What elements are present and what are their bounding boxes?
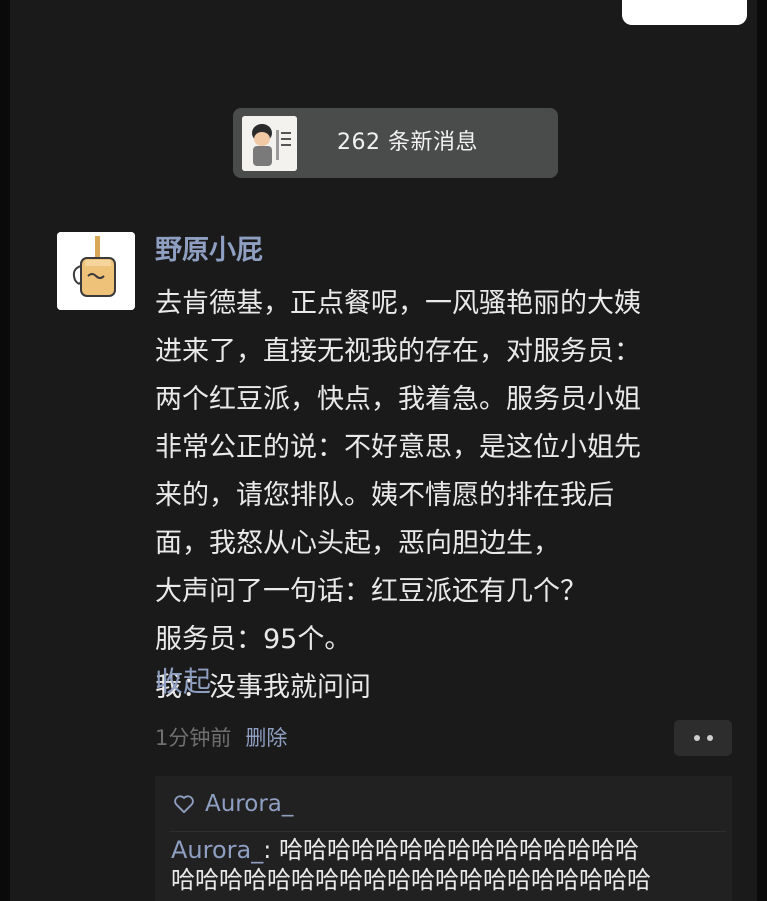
post-line: 服务员：95个。 — [155, 624, 352, 655]
more-actions-button[interactable] — [674, 720, 732, 756]
likes-row: Aurora_ — [173, 786, 293, 822]
post-line: 两个红豆派，快点，我着急。服务员小姐 — [155, 384, 641, 415]
heart-outline-icon — [174, 795, 194, 814]
comment-line: 哈哈哈哈哈哈哈哈哈哈哈哈哈哈哈哈哈哈哈哈 — [171, 866, 651, 894]
more-dots-icon — [693, 735, 700, 741]
post-line: 非常公正的说：不好意思，是这位小姐先 — [155, 432, 641, 463]
divider — [169, 831, 726, 832]
moments-screen: 262 条新消息 野原小屁 去肯德基，正点餐呢，一风骚艳丽的大姨 进来了，直接无… — [10, 0, 757, 901]
post-line: 进来了，直接无视我的存在，对服务员： — [155, 336, 641, 367]
post-line: 我：没事我就问问 — [155, 672, 371, 703]
post-line: 大声问了一句话：红豆派还有几个？ — [155, 576, 587, 607]
cartoon-boy-avatar-icon — [242, 116, 297, 171]
post-line: 面，我怒从心头起，恶向胆边生， — [155, 528, 560, 559]
delete-link[interactable]: 删除 — [245, 726, 287, 750]
honey-jar-avatar-icon[interactable] — [57, 232, 135, 310]
comment-text: 哈哈哈哈哈哈哈哈哈哈哈哈哈哈哈 — [278, 836, 639, 864]
post-meta: 1分钟前 删除 — [155, 720, 287, 756]
comment-author[interactable]: Aurora_ — [171, 836, 263, 864]
collapse-link[interactable]: 收起 — [155, 660, 211, 704]
post-line: 来的，请您排队。姨不情愿的排在我后 — [155, 480, 614, 511]
more-dots-icon — [706, 735, 713, 741]
like-user-name[interactable]: Aurora_ — [205, 786, 293, 822]
top-card-edge — [622, 0, 747, 25]
comment-separator: : — [263, 836, 279, 864]
interactions-panel: Aurora_ Aurora_: 哈哈哈哈哈哈哈哈哈哈哈哈哈哈哈 哈哈哈哈哈哈哈… — [155, 776, 732, 901]
comment-item[interactable]: Aurora_: 哈哈哈哈哈哈哈哈哈哈哈哈哈哈哈 哈哈哈哈哈哈哈哈哈哈哈哈哈哈哈… — [171, 835, 723, 895]
post-time: 1分钟前 — [155, 726, 232, 750]
new-messages-banner[interactable]: 262 条新消息 — [233, 108, 558, 178]
new-messages-label: 262 条新消息 — [337, 130, 478, 155]
post-line: 去肯德基，正点餐呢，一风骚艳丽的大姨 — [155, 288, 641, 319]
comment-line: Aurora_: 哈哈哈哈哈哈哈哈哈哈哈哈哈哈哈 — [171, 835, 723, 865]
post-author-name[interactable]: 野原小屁 — [155, 233, 263, 269]
post-content: 去肯德基，正点餐呢，一风骚艳丽的大姨 进来了，直接无视我的存在，对服务员： 两个… — [155, 280, 735, 712]
